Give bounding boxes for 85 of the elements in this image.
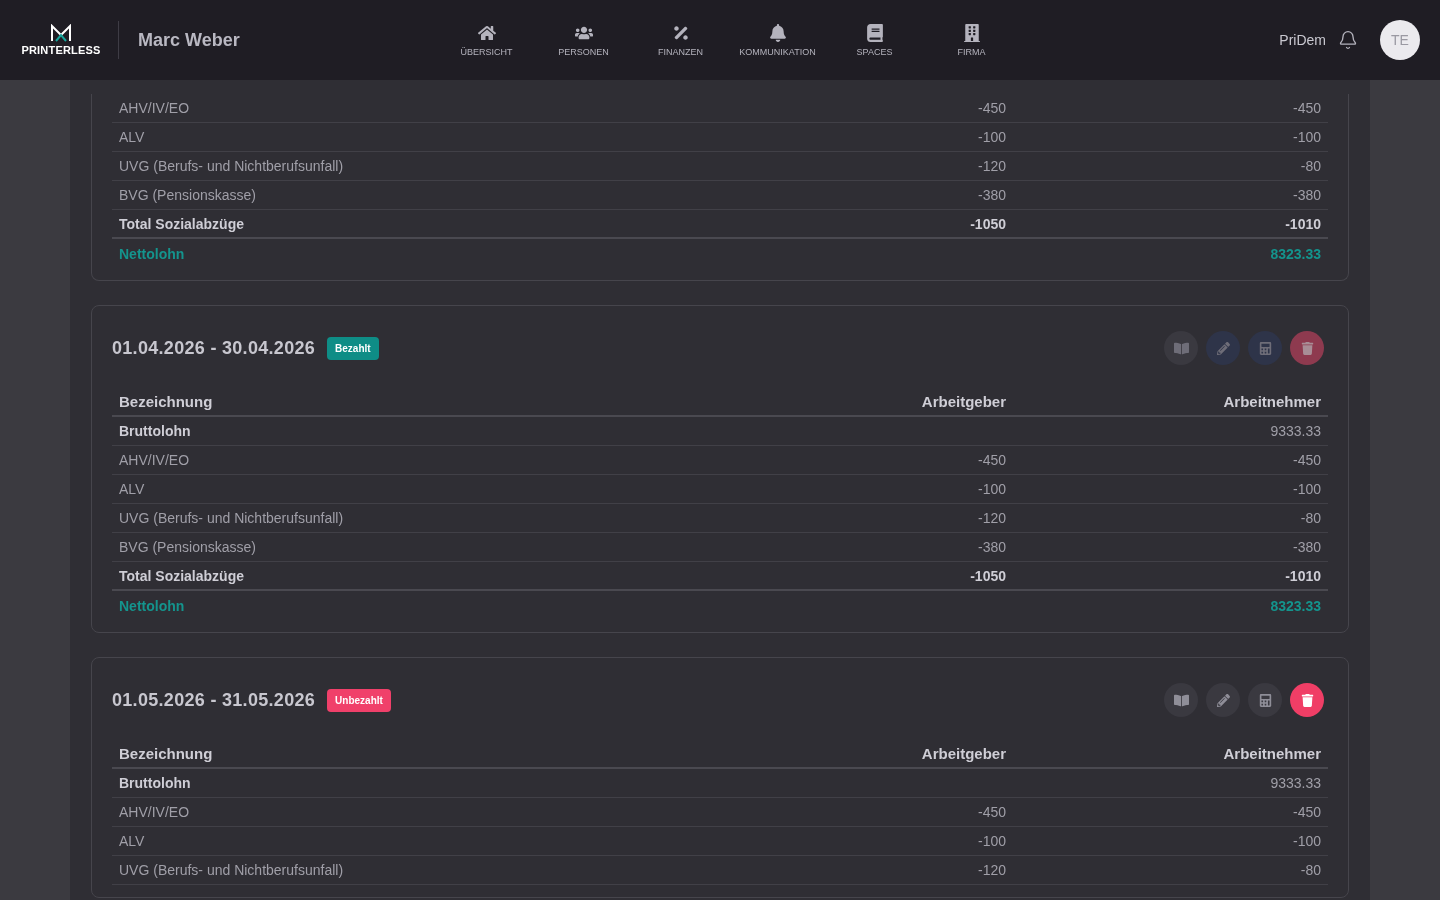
table-cell-text: -100 xyxy=(976,833,1006,849)
view-button[interactable] xyxy=(1164,683,1198,717)
table-cell-text: 9333.33 xyxy=(1269,423,1321,439)
status-badge: Unbezahlt xyxy=(327,688,391,712)
table-cell-text: UVG (Berufs- und Nichtberufsunfall) xyxy=(119,158,345,174)
table-cell-text: -380 xyxy=(976,539,1006,555)
pencil-icon xyxy=(1216,341,1230,355)
table-cell-text: -80 xyxy=(1299,158,1321,174)
column-header: Arbeitgeber xyxy=(920,393,1006,410)
table-cell-text: AHV/IV/EO xyxy=(119,100,191,116)
notification-icon[interactable] xyxy=(1338,30,1358,50)
table-cell-text: -450 xyxy=(1291,804,1321,820)
column-header: Bezeichnung xyxy=(119,745,214,762)
book-icon xyxy=(1173,692,1189,708)
house-icon xyxy=(477,23,496,42)
table-cell-text: -100 xyxy=(1291,129,1321,145)
table-cell-text: AHV/IV/EO xyxy=(119,452,191,468)
table-cell-text: ALV xyxy=(119,833,146,849)
user-name: Marc Weber xyxy=(138,29,241,51)
table-cell-text: -80 xyxy=(1299,510,1321,526)
logo-icon xyxy=(50,24,72,42)
table-cell-text: -450 xyxy=(1291,100,1321,116)
table-cell-text: -450 xyxy=(1291,452,1321,468)
column-header: Bezeichnung xyxy=(119,393,214,410)
table-cell-text: -1050 xyxy=(969,215,1006,232)
table-cell-text: Nettolohn xyxy=(119,245,186,262)
table-cell-text: -1010 xyxy=(1284,215,1321,232)
calculate-button[interactable] xyxy=(1248,683,1282,717)
table-cell-text: ALV xyxy=(119,481,146,497)
building-icon xyxy=(962,23,981,42)
book-icon xyxy=(1173,340,1189,356)
table-cell-text: -380 xyxy=(1291,539,1321,555)
table-cell-text: -100 xyxy=(1291,833,1321,849)
book-icon xyxy=(865,23,884,42)
table-cell-text: AHV/IV/EO xyxy=(119,804,191,820)
table-cell-text: -100 xyxy=(976,481,1006,497)
table-cell-text: -120 xyxy=(976,862,1006,878)
table-cell-text: -1050 xyxy=(969,567,1006,584)
table-cell-text: BVG (Pensionskasse) xyxy=(119,539,257,555)
nav-item[interactable]: PERSONEN xyxy=(535,23,632,57)
table-cell-text: -80 xyxy=(1299,862,1321,878)
table-cell-text: -380 xyxy=(976,187,1006,203)
table-cell-text: -100 xyxy=(1291,481,1321,497)
table-cell-text: UVG (Berufs- und Nichtberufsunfall) xyxy=(119,862,345,878)
table-cell-text: Nettolohn xyxy=(119,597,186,614)
table-cell-text: -450 xyxy=(976,804,1006,820)
nav-item[interactable]: KOMMUNIKATION xyxy=(729,23,826,57)
nav-item[interactable]: FINANZEN xyxy=(632,23,729,57)
calculator-icon xyxy=(1258,693,1272,707)
column-header: Arbeitnehmer xyxy=(1222,745,1321,762)
nav-item[interactable]: ÜBERSICHT xyxy=(438,23,535,57)
table-cell-text: UVG (Berufs- und Nichtberufsunfall) xyxy=(119,510,345,526)
percent-icon xyxy=(671,23,690,42)
table-cell-text: -120 xyxy=(976,510,1006,526)
nav-item[interactable]: SPACES xyxy=(826,23,923,57)
table-cell-text: ALV xyxy=(119,129,146,145)
column-header: Arbeitgeber xyxy=(920,745,1006,762)
delete-button[interactable] xyxy=(1290,683,1324,717)
table-cell-text: 8323.33 xyxy=(1269,597,1321,614)
column-header: Arbeitnehmer xyxy=(1222,393,1321,410)
table-cell-text: Total Sozialabzüge xyxy=(119,215,245,232)
table-cell-text: -1010 xyxy=(1284,567,1321,584)
table-cell-text: -100 xyxy=(976,129,1006,145)
status-badge: Bezahlt xyxy=(327,336,379,360)
trash-icon xyxy=(1300,341,1314,355)
edit-button[interactable] xyxy=(1206,683,1240,717)
trash-icon xyxy=(1300,693,1314,707)
table-cell-text: Bruttolohn xyxy=(119,423,192,439)
table-cell-text: BVG (Pensionskasse) xyxy=(119,187,257,203)
company-name: PriDem xyxy=(1279,32,1326,48)
period-title: 01.04.2026 - 30.04.2026 xyxy=(112,337,316,359)
table-cell-text: Total Sozialabzüge xyxy=(119,567,245,584)
pencil-icon xyxy=(1216,693,1230,707)
table-cell-text: Bruttolohn xyxy=(119,775,192,791)
bell-icon xyxy=(768,23,787,42)
table-cell-text: -450 xyxy=(976,100,1006,116)
logo-text: PRINTERLESS xyxy=(21,44,101,56)
table-cell-text: 9333.33 xyxy=(1269,775,1321,791)
table-cell-text: -120 xyxy=(976,158,1006,174)
calculator-icon xyxy=(1258,341,1272,355)
nav-item[interactable]: FIRMA xyxy=(923,23,1020,57)
table-cell-text: -450 xyxy=(976,452,1006,468)
table-cell-text: -380 xyxy=(1291,187,1321,203)
table-cell-text: 8323.33 xyxy=(1269,245,1321,262)
period-title: 01.05.2026 - 31.05.2026 xyxy=(112,689,316,711)
